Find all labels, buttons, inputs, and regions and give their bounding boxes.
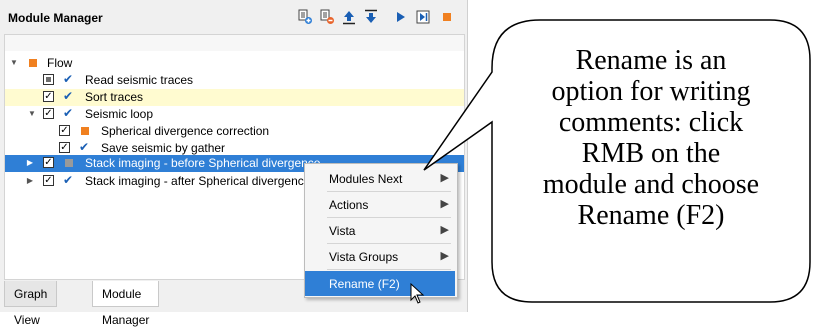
submenu-arrow-icon: ▶	[440, 198, 449, 210]
menu-item-vista[interactable]: Vista ▶	[305, 218, 455, 243]
mouse-cursor-icon	[410, 283, 425, 304]
callout-line: option for writing	[551, 76, 751, 107]
checkbox[interactable]: ✓	[43, 157, 54, 168]
remove-module-icon[interactable]	[318, 8, 336, 26]
checkmark-icon: ✔	[63, 173, 74, 187]
callout-text: Rename is an option for writing comments…	[506, 45, 796, 231]
callout-line: Rename (F2)	[577, 200, 725, 231]
menu-item-rename[interactable]: Rename (F2)	[305, 271, 455, 296]
tree-item-label: Stack imaging - before Spherical diverge…	[85, 156, 321, 170]
submenu-arrow-icon: ▶	[440, 250, 449, 262]
submenu-arrow-icon: ▶	[440, 224, 449, 236]
menu-item-label: Actions	[329, 198, 369, 212]
move-down-icon[interactable]	[362, 8, 380, 26]
checkmark-icon: ✔	[63, 89, 74, 103]
tree-item-label: Save seismic by gather	[101, 141, 226, 155]
collapsed-arrow-icon[interactable]: ▶	[25, 176, 35, 186]
tab-module-manager[interactable]: Module Manager	[92, 281, 160, 327]
stop-icon[interactable]	[438, 8, 456, 26]
run-icon[interactable]	[392, 8, 410, 26]
checkbox[interactable]: ✓	[43, 175, 54, 186]
checkbox[interactable]: ✓	[43, 108, 54, 119]
panel-header: Module Manager	[0, 0, 467, 34]
tree-row-read-seismic-traces[interactable]: ✔ Read seismic traces	[5, 72, 464, 89]
status-square-icon	[29, 59, 37, 67]
tree-item-label: Stack imaging - after Spherical divergen…	[85, 174, 311, 188]
checkmark-icon: ✔	[63, 106, 74, 120]
menu-item-vista-groups[interactable]: Vista Groups ▶	[305, 244, 455, 269]
checkmark-icon: ✔	[63, 72, 74, 86]
tree-item-label: Read seismic traces	[85, 73, 194, 87]
tree-row-seismic-loop[interactable]: ▼ ✓ ✔ Seismic loop	[5, 106, 464, 123]
checkbox[interactable]: ✓	[59, 142, 70, 153]
menu-item-label: Rename (F2)	[329, 277, 400, 291]
tree-item-label: Sort traces	[85, 90, 144, 104]
tab-graph-view[interactable]: Graph View	[4, 281, 58, 327]
menu-item-label: Modules Next	[329, 172, 403, 186]
menu-separator	[327, 269, 451, 270]
tree-row-spherical-divergence-correction[interactable]: ✓ Spherical divergence correction	[5, 123, 464, 140]
add-module-icon[interactable]	[296, 8, 314, 26]
checkbox[interactable]: ✓	[59, 125, 70, 136]
tree-row-sort-traces[interactable]: ✓ ✔ Sort traces	[5, 89, 464, 106]
partial-checkbox[interactable]	[43, 74, 54, 85]
collapsed-arrow-icon[interactable]: ▶	[25, 158, 35, 168]
callout-line: comments: click	[558, 107, 744, 138]
callout-line: Rename is an	[575, 45, 727, 76]
callout-line: RMB on the	[581, 138, 721, 169]
callout-line: module and choose	[542, 169, 760, 200]
status-square-icon	[65, 159, 73, 167]
filter-bar	[4, 34, 465, 52]
expand-arrow-icon[interactable]: ▼	[9, 58, 19, 68]
checkbox[interactable]: ✓	[43, 91, 54, 102]
tree-row-flow[interactable]: ▼ Flow	[5, 55, 464, 72]
checkmark-icon: ✔	[79, 140, 90, 154]
submenu-arrow-icon: ▶	[440, 172, 449, 184]
menu-item-actions[interactable]: Actions ▶	[305, 192, 455, 217]
tree-item-label: Spherical divergence correction	[101, 124, 270, 138]
tree-item-label: Flow	[47, 56, 73, 70]
menu-item-label: Vista	[329, 224, 356, 238]
menu-item-modules-next[interactable]: Modules Next ▶	[305, 166, 455, 191]
expand-arrow-icon[interactable]: ▼	[27, 109, 37, 119]
move-up-icon[interactable]	[340, 8, 358, 26]
menu-item-label: Vista Groups	[329, 250, 399, 264]
tree-item-label: Seismic loop	[85, 107, 154, 121]
panel-title: Module Manager	[8, 11, 103, 25]
context-menu: Modules Next ▶ Actions ▶ Vista ▶ Vista G…	[304, 163, 458, 298]
status-square-icon	[81, 127, 89, 135]
run-step-icon[interactable]	[414, 8, 432, 26]
